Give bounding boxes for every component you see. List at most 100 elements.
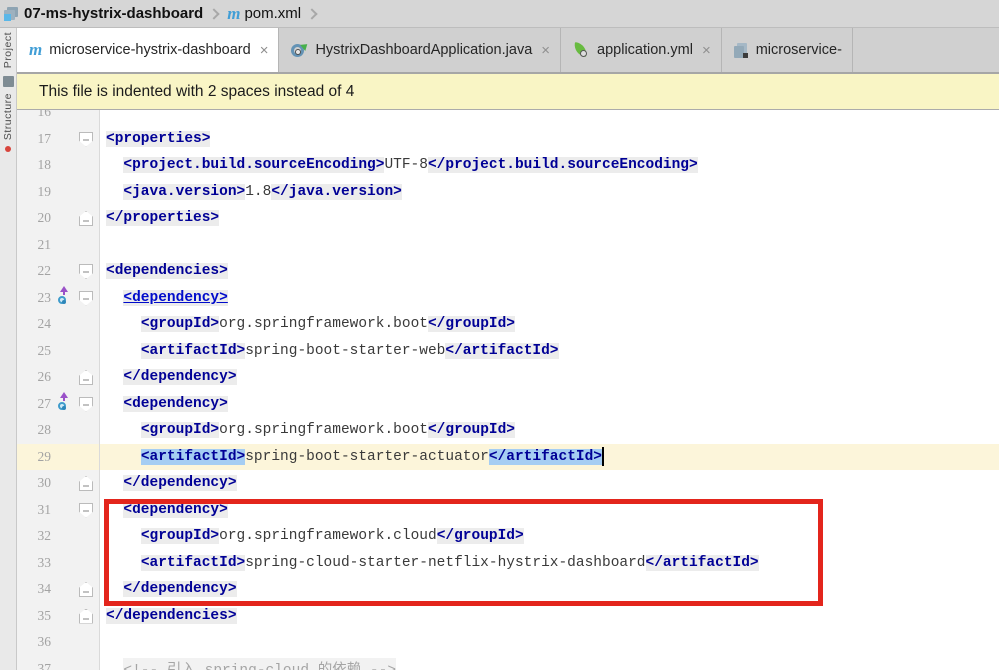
- line-number: 23: [37, 289, 52, 305]
- spring-leaf-icon: [573, 42, 590, 58]
- indent-warning-banner: This file is indented with 2 spaces inst…: [17, 74, 999, 110]
- line-number: 21: [37, 236, 52, 252]
- tab-close-icon[interactable]: ×: [702, 43, 711, 58]
- code-line-text: </dependency>: [100, 470, 999, 497]
- editor-line[interactable]: 24 <groupId> org.springframework.boot </gr…: [17, 311, 999, 338]
- editor-gutter: 26: [17, 364, 100, 391]
- code-line-text: </dependency>: [100, 576, 999, 603]
- editor-line[interactable]: 35 </dependencies>: [17, 602, 999, 629]
- xml-tag: </artifactId>: [445, 342, 559, 359]
- springboot-class-icon: [291, 41, 311, 58]
- fold-start-icon[interactable]: [79, 131, 93, 147]
- editor-line[interactable]: 28 <groupId> org.springframework.boot </gr…: [17, 417, 999, 444]
- editor-line[interactable]: 17 <properties>: [17, 125, 999, 153]
- editor-line[interactable]: 21: [17, 231, 999, 259]
- tool-stripe-project-label[interactable]: Project: [2, 32, 14, 68]
- fold-end-icon[interactable]: [79, 608, 93, 624]
- xml-text: org.springframework.cloud: [219, 528, 437, 545]
- editor-line[interactable]: 36: [17, 629, 999, 656]
- tab-label: microservice-: [755, 42, 842, 58]
- editor-tab-2[interactable]: HystrixDashboardApplication.java ×: [279, 28, 562, 72]
- code-line-text: [100, 110, 999, 126]
- editor-line[interactable]: 37 <!-- 引入 spring-cloud 的依赖 -->: [17, 655, 999, 670]
- line-number: 24: [37, 316, 52, 332]
- maven-icon: m: [227, 3, 241, 23]
- code-line-text: <groupId> org.springframework.boot </group…: [100, 417, 999, 444]
- line-number: 26: [37, 369, 52, 385]
- line-number: 16: [37, 110, 52, 120]
- editor-line[interactable]: 29 <artifactId> spring-boot-starter-actua…: [17, 443, 999, 471]
- code-line-text: <java.version> 1.8 </java.version>: [100, 179, 999, 206]
- code-line-text: <artifactId> spring-boot-starter-actuator…: [100, 444, 999, 471]
- xml-text: spring-boot-starter-actuator: [245, 448, 489, 465]
- breadcrumb-file[interactable]: pom.xml: [244, 5, 301, 22]
- tab-close-icon[interactable]: ×: [541, 43, 550, 58]
- fold-start-icon[interactable]: [79, 396, 93, 412]
- xml-tag: </dependency>: [123, 369, 237, 386]
- code-line-text: <properties>: [100, 126, 999, 153]
- editor-line[interactable]: 20 </properties>: [17, 205, 999, 232]
- editor-tab-4[interactable]: microservice-: [722, 28, 853, 72]
- maven-update-icon[interactable]: [58, 391, 70, 416]
- editor-line[interactable]: 16: [17, 110, 999, 126]
- editor-gutter: 17: [17, 125, 100, 152]
- xml-tag: <dependency>: [123, 395, 228, 412]
- breadcrumb-module[interactable]: 07-ms-hystrix-dashboard: [24, 5, 203, 22]
- editor-gutter: 32: [17, 523, 100, 550]
- stripe-red-dot: [5, 146, 11, 153]
- editor-line[interactable]: 22 <dependencies>: [17, 258, 999, 285]
- xml-tag: </dependencies>: [106, 607, 237, 624]
- editor-line[interactable]: 31 <dependency>: [17, 496, 999, 523]
- editor-line[interactable]: 33 <artifactId> spring-cloud-starter-netf…: [17, 549, 999, 577]
- line-number: 33: [37, 554, 52, 570]
- fold-start-icon[interactable]: [79, 264, 93, 279]
- xml-tag: </project.build.sourceEncoding>: [427, 157, 698, 174]
- line-number: 31: [37, 501, 52, 517]
- line-number: 17: [37, 130, 52, 146]
- line-number: 35: [37, 607, 52, 623]
- code-line-text: <artifactId> spring-cloud-starter-netflix…: [100, 550, 999, 577]
- editor-gutter: 30: [17, 470, 100, 497]
- xml-tag: <artifactId>: [140, 554, 246, 571]
- fold-start-icon[interactable]: [79, 502, 93, 518]
- editor-gutter: 33: [17, 549, 100, 576]
- editor-line[interactable]: 23 <dependency>: [17, 284, 999, 311]
- editor-gutter: 16: [17, 110, 100, 126]
- xml-tag: </groupId>: [436, 528, 524, 545]
- editor-line[interactable]: 18 <project.build.sourceEncoding> UTF-8 </…: [17, 152, 999, 179]
- maven-update-icon[interactable]: [58, 285, 70, 310]
- editor-line[interactable]: 32 <groupId> org.springframework.cloud </g…: [17, 523, 999, 550]
- tab-close-icon[interactable]: ×: [260, 43, 269, 58]
- fold-end-icon[interactable]: [79, 476, 93, 491]
- code-editor[interactable]: 16 17 <properties> 18 <project.build.sou…: [17, 110, 999, 670]
- editor-gutter: 18: [17, 152, 100, 179]
- breadcrumb: 07-ms-hystrix-dashboard m pom.xml: [0, 0, 999, 28]
- xml-tag: </dependency>: [123, 581, 237, 598]
- editor-tab-1[interactable]: m microservice-hystrix-dashboard ×: [17, 28, 280, 72]
- editor-gutter: 22: [17, 258, 100, 285]
- fold-end-icon[interactable]: [79, 370, 93, 385]
- fold-start-icon[interactable]: [79, 290, 93, 306]
- editor-tab-3[interactable]: application.yml ×: [561, 28, 722, 72]
- xml-text: UTF-8: [384, 157, 428, 174]
- editor-line[interactable]: 26 </dependency>: [17, 364, 999, 391]
- editor-line[interactable]: 25 <artifactId> spring-boot-starter-web </…: [17, 337, 999, 364]
- line-number: 32: [37, 528, 52, 544]
- fold-end-icon[interactable]: [79, 582, 93, 597]
- fold-end-icon[interactable]: [79, 211, 93, 226]
- code-line-text: [100, 232, 999, 259]
- editor-line[interactable]: 30 </dependency>: [17, 470, 999, 497]
- chevron-right-icon: [208, 7, 220, 20]
- editor-gutter: 25: [17, 337, 100, 364]
- editor-line[interactable]: 19 <java.version> 1.8 </java.version>: [17, 178, 999, 206]
- tool-stripe-icon[interactable]: [3, 76, 14, 88]
- editor-gutter: 35: [17, 602, 100, 629]
- tool-stripe-structure-label[interactable]: Structure: [2, 93, 14, 140]
- editor-line[interactable]: 27 <dependency>: [17, 390, 999, 417]
- xml-comment: <!-- 引入 spring-cloud 的依赖 -->: [123, 658, 397, 670]
- editor-tab-bar: m microservice-hystrix-dashboard × Hystr…: [17, 28, 999, 74]
- editor-gutter: 37: [17, 655, 100, 670]
- editor-line[interactable]: 34 </dependency>: [17, 576, 999, 603]
- editor-gutter: 29: [17, 443, 100, 470]
- code-line-text: <!-- 引入 spring-cloud 的依赖 -->: [100, 656, 999, 670]
